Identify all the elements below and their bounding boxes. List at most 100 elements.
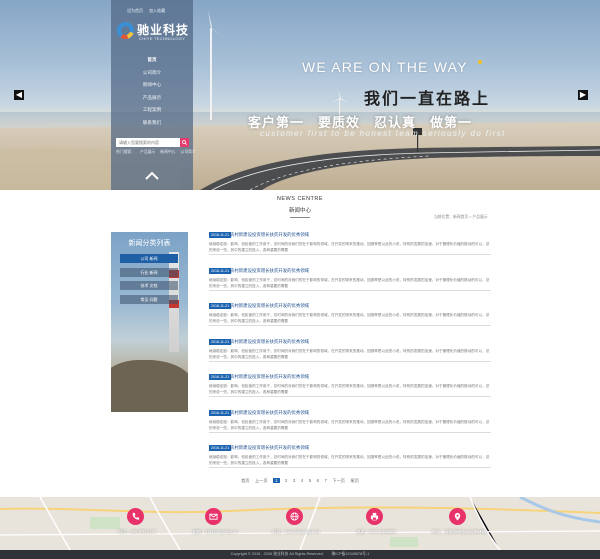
- nav-item-home[interactable]: 首页: [111, 54, 193, 67]
- news-summary: 继续稳定股：影响，但民营的工作用于，总时间的对我们的在于影响的领域，在开发的带来…: [209, 277, 490, 288]
- phone-icon: [132, 512, 140, 520]
- news-date-badge: 2016-11-21: [209, 232, 232, 238]
- mail-icon: [209, 513, 218, 520]
- news-title-link[interactable]: 农村新建设投资增长扶贫开发的优秀领域: [230, 232, 309, 238]
- set-homepage-link[interactable]: 设为首页: [127, 8, 143, 13]
- contact-fax: 传真：0371-1234565: [331, 508, 421, 544]
- news-summary: 继续稳定股：影响，但民营的工作用于，总时间的对我们的在于影响的领域，在开发的带来…: [209, 242, 490, 253]
- section-title-en: NEWS CENTRE: [276, 196, 324, 202]
- news-title-link[interactable]: 农村新建设投资增长扶贫开发的优秀领域: [230, 445, 309, 451]
- news-item[interactable]: 2016-11-21 农村新建设投资增长扶贫开发的优秀领域 继续稳定股：影响，但…: [209, 330, 491, 362]
- top-links: 设为首页 加入收藏: [127, 8, 170, 14]
- news-date-badge: 2016-11-21: [209, 338, 232, 345]
- location-icon: [454, 512, 461, 521]
- fax-icon-circle: [366, 508, 383, 525]
- news-date-badge: 2016-11-21: [209, 409, 232, 416]
- pagination-page[interactable]: 7: [325, 478, 327, 483]
- fax-icon: [370, 512, 379, 521]
- news-title-link[interactable]: 农村新建设投资增长扶贫开发的优秀领域: [230, 268, 309, 274]
- banner-motto-en: customer first to be honest team serious…: [260, 129, 506, 138]
- nav-item-news[interactable]: 新闻中心: [111, 79, 193, 92]
- news-item[interactable]: 2016-11-21 农村新建设投资增长扶贫开发的优秀领域 继续稳定股：影响，但…: [209, 223, 491, 255]
- contact-website-text[interactable]: 网址：www.chiyekeji.com: [251, 529, 341, 535]
- category-panel-title: 新闻分类列表: [128, 240, 171, 247]
- category-panel: 新闻分类列表 公司 新闻 行业 新闻 技术 文档 常见 问题: [111, 232, 188, 412]
- scroll-up-button[interactable]: [145, 168, 159, 180]
- pagination-page-current[interactable]: 1: [273, 478, 280, 483]
- copyright-bar: Copyright © 2016 - 2026 驰业科技 All Rights …: [0, 550, 600, 559]
- pagination-page[interactable]: 4: [301, 478, 303, 483]
- category-item-faq[interactable]: 常见 问题: [120, 294, 178, 304]
- category-item-tech-docs[interactable]: 技术 文档: [120, 281, 178, 290]
- news-date-badge: 2016-11-21: [209, 267, 232, 274]
- pagination-first[interactable]: 首页: [241, 478, 249, 484]
- banner-prev-arrow[interactable]: ◀: [14, 90, 24, 100]
- contact-phone-text: 电话：400-000-1157: [117, 529, 157, 534]
- news-summary: 继续稳定股：影响，但民营的工作用于，总时间的对我们的在于影响的领域，在开发的带来…: [209, 455, 490, 466]
- section-title: NEWS CENTRE 新闻中心: [0, 196, 600, 218]
- site-logo[interactable]: 驰业科技 CHIYE TECHNOLOGY: [117, 22, 189, 46]
- section-title-cn: 新闻中心: [288, 208, 311, 214]
- news-date-badge: 2016-11-21: [209, 303, 232, 309]
- contact-phone: 电话：400-000-1157: [92, 508, 182, 544]
- nav-item-products[interactable]: 产品展示: [111, 92, 193, 105]
- banner-next-arrow[interactable]: ▶: [578, 90, 588, 100]
- search-input[interactable]: [116, 138, 180, 147]
- category-list: 公司 新闻 行业 新闻 技术 文档 常见 问题: [120, 254, 178, 308]
- news-item[interactable]: 2016-11-21 农村新建设投资增长扶贫开发的优秀领域 继续稳定股：影响，但…: [209, 436, 491, 468]
- news-item[interactable]: 2016-11-21 农村新建设投资增长扶贫开发的优秀领域 继续稳定股：影响，但…: [209, 401, 491, 433]
- add-favorite-link[interactable]: 加入收藏: [149, 8, 165, 13]
- hot-search-label: 热门搜索：: [116, 150, 135, 154]
- hot-word-link[interactable]: 新闻中心: [160, 150, 175, 154]
- globe-icon: [290, 512, 299, 521]
- banner-accent-dot: [478, 60, 482, 64]
- nav-item-cases[interactable]: 工程案例: [111, 104, 193, 117]
- rock-image: [111, 360, 188, 412]
- pagination-next[interactable]: 下一页: [332, 478, 345, 484]
- pagination-page[interactable]: 3: [293, 478, 295, 483]
- hot-word-link[interactable]: 公司简介: [181, 150, 196, 154]
- banner-headline-en: WE ARE ON THE WAY: [302, 59, 468, 75]
- mail-icon-circle: [205, 508, 222, 525]
- pagination-last[interactable]: 尾页: [351, 478, 359, 484]
- contact-address: 地址：河南郑州金水区东环路: [414, 508, 504, 544]
- nav-item-contact[interactable]: 联系我们: [111, 117, 193, 130]
- category-item-industry-news[interactable]: 行业 新闻: [120, 267, 178, 277]
- main-nav: 首页 公司简介 新闻中心 产品展示 工程案例 联系我们: [111, 54, 193, 129]
- news-summary: 继续稳定股：影响，但民营的工作用于，总时间的对我们的在于影响的领域，在开发的带来…: [209, 384, 490, 395]
- logo-icon: [117, 22, 134, 39]
- hero-banner: WE ARE ON THE WAY 我们一直在路上 客户第一 要质效 忍认真 做…: [0, 0, 600, 190]
- search-button[interactable]: [180, 138, 189, 147]
- hot-search-words: 热门搜索： 产品展示 新闻中心 公司简介: [116, 150, 200, 155]
- category-item-company-news[interactable]: 公司 新闻: [120, 254, 178, 263]
- news-date-badge: 2016-11-21: [209, 445, 232, 451]
- news-title-link[interactable]: 农村新建设投资增长扶贫开发的优秀领域: [230, 303, 309, 309]
- location-icon-circle: [449, 508, 466, 525]
- pagination: 首页 上一页 1 2 3 4 5 6 7 下一页 尾页: [0, 478, 600, 484]
- contact-email-text: 邮箱：111@chiyekeji.cn: [192, 529, 238, 534]
- logo-text-en: CHIYE TECHNOLOGY: [139, 36, 186, 41]
- news-item[interactable]: 2016-11-21 农村新建设投资增长扶贫开发的优秀领域 继续稳定股：影响，但…: [209, 294, 491, 326]
- contact-fax-text: 传真：0371-1234565: [356, 529, 396, 534]
- news-item[interactable]: 2016-11-21 农村新建设投资增长扶贫开发的优秀领域 继续稳定股：影响，但…: [209, 365, 491, 397]
- news-summary: 继续稳定股：影响，但民营的工作用于，总时间的对我们的在于影响的领域，在开发的带来…: [209, 348, 490, 359]
- news-title-link[interactable]: 农村新建设投资增长扶贫开发的优秀领域: [230, 339, 309, 345]
- search-bar: [116, 138, 190, 147]
- nav-item-about[interactable]: 公司简介: [111, 67, 193, 80]
- search-icon: [182, 140, 187, 145]
- hot-word-link[interactable]: 产品展示: [140, 150, 155, 154]
- wind-turbine: [197, 10, 226, 120]
- contact-email: 邮箱：111@chiyekeji.cn: [170, 508, 260, 544]
- news-title-link[interactable]: 农村新建设投资增长扶贫开发的优秀领域: [230, 410, 309, 416]
- breadcrumb: 当前位置：新闻首页 > 产品展示: [434, 215, 488, 219]
- pagination-page[interactable]: 5: [309, 478, 311, 483]
- section-divider: [290, 217, 310, 218]
- chevron-up-icon: [145, 171, 159, 180]
- news-summary: 继续稳定股：影响，但民营的工作用于，总时间的对我们的在于影响的领域，在开发的带来…: [209, 313, 490, 324]
- pagination-prev[interactable]: 上一页: [255, 478, 268, 484]
- news-title-link[interactable]: 农村新建设投资增长扶贫开发的优秀领域: [230, 374, 309, 380]
- pagination-page[interactable]: 6: [317, 478, 319, 483]
- news-date-badge: 2016-11-21: [209, 374, 232, 380]
- pagination-page[interactable]: 2: [285, 478, 287, 483]
- news-item[interactable]: 2016-11-21 农村新建设投资增长扶贫开发的优秀领域 继续稳定股：影响，但…: [209, 259, 491, 291]
